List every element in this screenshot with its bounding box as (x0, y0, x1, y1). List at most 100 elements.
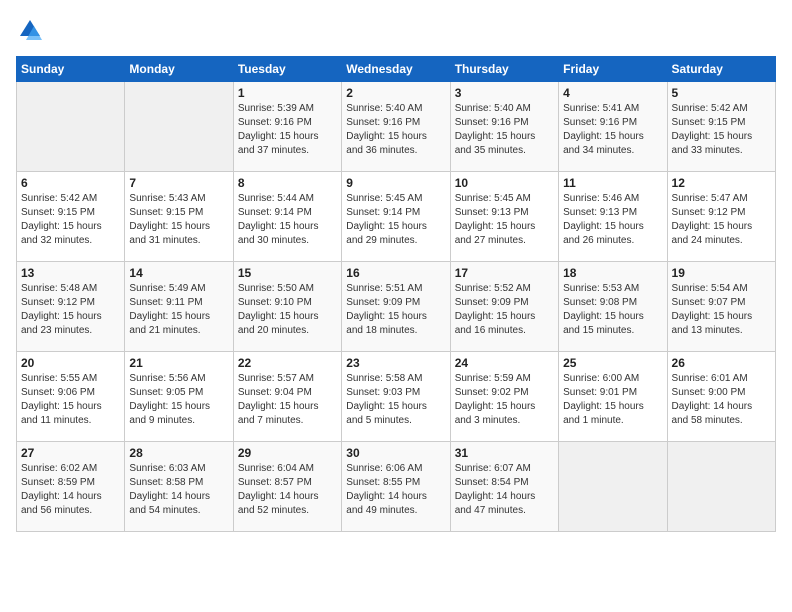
day-header-saturday: Saturday (667, 57, 775, 82)
calendar-cell: 20 Sunrise: 5:55 AM Sunset: 9:06 PM Dayli… (17, 352, 125, 442)
day-number: 26 (672, 356, 771, 370)
day-info: Sunrise: 6:03 AM Sunset: 8:58 PM Dayligh… (129, 462, 228, 518)
day-header-friday: Friday (559, 57, 667, 82)
day-info: Sunrise: 5:50 AM Sunset: 9:10 PM Dayligh… (238, 282, 337, 338)
day-info: Sunrise: 5:40 AM Sunset: 9:16 PM Dayligh… (346, 102, 445, 158)
day-header-monday: Monday (125, 57, 233, 82)
day-number: 7 (129, 176, 228, 190)
day-info: Sunrise: 5:47 AM Sunset: 9:12 PM Dayligh… (672, 192, 771, 248)
calendar-cell: 6 Sunrise: 5:42 AM Sunset: 9:15 PM Daylig… (17, 172, 125, 262)
day-header-wednesday: Wednesday (342, 57, 450, 82)
calendar-cell: 24 Sunrise: 5:59 AM Sunset: 9:02 PM Dayli… (450, 352, 558, 442)
days-header-row: SundayMondayTuesdayWednesdayThursdayFrid… (17, 57, 776, 82)
day-info: Sunrise: 5:58 AM Sunset: 9:03 PM Dayligh… (346, 372, 445, 428)
day-info: Sunrise: 6:06 AM Sunset: 8:55 PM Dayligh… (346, 462, 445, 518)
calendar-cell: 21Sunrise: 5:56 AM Sunset: 9:05 PM Dayli… (125, 352, 233, 442)
calendar-week-1: 1 Sunrise: 5:39 AM Sunset: 9:16 PM Daylig… (17, 82, 776, 172)
calendar-cell: 2 Sunrise: 5:40 AM Sunset: 9:16 PM Daylig… (342, 82, 450, 172)
calendar-cell: 14 Sunrise: 5:49 AM Sunset: 9:11 PM Dayli… (125, 262, 233, 352)
day-header-tuesday: Tuesday (233, 57, 341, 82)
day-number: 1 (238, 86, 337, 100)
day-number: 15 (238, 266, 337, 280)
calendar-cell: 4Sunrise: 5:41 AM Sunset: 9:16 PM Daylig… (559, 82, 667, 172)
day-number: 17 (455, 266, 554, 280)
calendar-cell: 8 Sunrise: 5:44 AM Sunset: 9:14 PM Daylig… (233, 172, 341, 262)
day-info: Sunrise: 5:55 AM Sunset: 9:06 PM Dayligh… (21, 372, 120, 428)
calendar-cell: 31Sunrise: 6:07 AM Sunset: 8:54 PM Dayli… (450, 442, 558, 532)
day-info: Sunrise: 6:01 AM Sunset: 9:00 PM Dayligh… (672, 372, 771, 428)
day-number: 19 (672, 266, 771, 280)
day-number: 25 (563, 356, 662, 370)
day-number: 2 (346, 86, 445, 100)
day-info: Sunrise: 6:04 AM Sunset: 8:57 PM Dayligh… (238, 462, 337, 518)
calendar-cell: 28 Sunrise: 6:03 AM Sunset: 8:58 PM Dayli… (125, 442, 233, 532)
day-number: 28 (129, 446, 228, 460)
day-number: 6 (21, 176, 120, 190)
calendar-cell: 16 Sunrise: 5:51 AM Sunset: 9:09 PM Dayli… (342, 262, 450, 352)
calendar-cell: 12Sunrise: 5:47 AM Sunset: 9:12 PM Dayli… (667, 172, 775, 262)
day-number: 5 (672, 86, 771, 100)
day-info: Sunrise: 5:51 AM Sunset: 9:09 PM Dayligh… (346, 282, 445, 338)
calendar-cell: 13Sunrise: 5:48 AM Sunset: 9:12 PM Dayli… (17, 262, 125, 352)
day-header-thursday: Thursday (450, 57, 558, 82)
day-number: 4 (563, 86, 662, 100)
day-number: 20 (21, 356, 120, 370)
calendar-cell: 27Sunrise: 6:02 AM Sunset: 8:59 PM Dayli… (17, 442, 125, 532)
calendar-cell: 18Sunrise: 5:53 AM Sunset: 9:08 PM Dayli… (559, 262, 667, 352)
day-info: Sunrise: 5:52 AM Sunset: 9:09 PM Dayligh… (455, 282, 554, 338)
day-number: 29 (238, 446, 337, 460)
day-number: 16 (346, 266, 445, 280)
calendar-week-4: 20 Sunrise: 5:55 AM Sunset: 9:06 PM Dayli… (17, 352, 776, 442)
calendar-cell: 26 Sunrise: 6:01 AM Sunset: 9:00 PM Dayli… (667, 352, 775, 442)
day-info: Sunrise: 5:54 AM Sunset: 9:07 PM Dayligh… (672, 282, 771, 338)
day-number: 23 (346, 356, 445, 370)
calendar-cell: 29 Sunrise: 6:04 AM Sunset: 8:57 PM Dayli… (233, 442, 341, 532)
calendar-cell (559, 442, 667, 532)
day-info: Sunrise: 5:57 AM Sunset: 9:04 PM Dayligh… (238, 372, 337, 428)
calendar-cell (17, 82, 125, 172)
calendar-cell: 15 Sunrise: 5:50 AM Sunset: 9:10 PM Dayli… (233, 262, 341, 352)
calendar-cell: 10Sunrise: 5:45 AM Sunset: 9:13 PM Dayli… (450, 172, 558, 262)
day-info: Sunrise: 5:39 AM Sunset: 9:16 PM Dayligh… (238, 102, 337, 158)
day-number: 14 (129, 266, 228, 280)
day-number: 21 (129, 356, 228, 370)
day-info: Sunrise: 5:42 AM Sunset: 9:15 PM Dayligh… (21, 192, 120, 248)
calendar-cell: 3Sunrise: 5:40 AM Sunset: 9:16 PM Daylig… (450, 82, 558, 172)
calendar-cell: 7 Sunrise: 5:43 AM Sunset: 9:15 PM Daylig… (125, 172, 233, 262)
calendar-week-5: 27Sunrise: 6:02 AM Sunset: 8:59 PM Dayli… (17, 442, 776, 532)
day-number: 27 (21, 446, 120, 460)
calendar-cell: 9 Sunrise: 5:45 AM Sunset: 9:14 PM Daylig… (342, 172, 450, 262)
logo-icon (16, 16, 44, 44)
day-info: Sunrise: 5:45 AM Sunset: 9:14 PM Dayligh… (346, 192, 445, 248)
day-header-sunday: Sunday (17, 57, 125, 82)
day-number: 30 (346, 446, 445, 460)
logo (16, 16, 48, 44)
day-info: Sunrise: 5:46 AM Sunset: 9:13 PM Dayligh… (563, 192, 662, 248)
calendar-cell: 23 Sunrise: 5:58 AM Sunset: 9:03 PM Dayli… (342, 352, 450, 442)
calendar-header: SundayMondayTuesdayWednesdayThursdayFrid… (17, 57, 776, 82)
day-number: 9 (346, 176, 445, 190)
calendar-week-2: 6 Sunrise: 5:42 AM Sunset: 9:15 PM Daylig… (17, 172, 776, 262)
calendar-cell: 30 Sunrise: 6:06 AM Sunset: 8:55 PM Dayli… (342, 442, 450, 532)
day-info: Sunrise: 6:00 AM Sunset: 9:01 PM Dayligh… (563, 372, 662, 428)
calendar-table: SundayMondayTuesdayWednesdayThursdayFrid… (16, 56, 776, 532)
calendar-cell: 11 Sunrise: 5:46 AM Sunset: 9:13 PM Dayli… (559, 172, 667, 262)
calendar-cell: 19 Sunrise: 5:54 AM Sunset: 9:07 PM Dayli… (667, 262, 775, 352)
day-number: 8 (238, 176, 337, 190)
day-info: Sunrise: 5:49 AM Sunset: 9:11 PM Dayligh… (129, 282, 228, 338)
page-header (16, 16, 776, 44)
day-number: 24 (455, 356, 554, 370)
calendar-cell: 5 Sunrise: 5:42 AM Sunset: 9:15 PM Daylig… (667, 82, 775, 172)
day-info: Sunrise: 6:07 AM Sunset: 8:54 PM Dayligh… (455, 462, 554, 518)
calendar-cell: 1 Sunrise: 5:39 AM Sunset: 9:16 PM Daylig… (233, 82, 341, 172)
day-info: Sunrise: 5:42 AM Sunset: 9:15 PM Dayligh… (672, 102, 771, 158)
calendar-cell (667, 442, 775, 532)
day-info: Sunrise: 5:44 AM Sunset: 9:14 PM Dayligh… (238, 192, 337, 248)
day-info: Sunrise: 5:43 AM Sunset: 9:15 PM Dayligh… (129, 192, 228, 248)
calendar-cell: 25 Sunrise: 6:00 AM Sunset: 9:01 PM Dayli… (559, 352, 667, 442)
day-info: Sunrise: 5:59 AM Sunset: 9:02 PM Dayligh… (455, 372, 554, 428)
calendar-cell (125, 82, 233, 172)
day-number: 18 (563, 266, 662, 280)
calendar-cell: 22Sunrise: 5:57 AM Sunset: 9:04 PM Dayli… (233, 352, 341, 442)
day-number: 11 (563, 176, 662, 190)
